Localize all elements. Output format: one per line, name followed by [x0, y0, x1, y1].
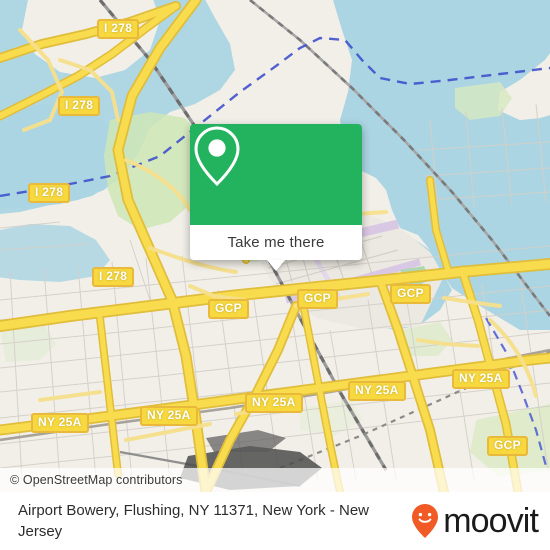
road-shield: NY 25A	[140, 406, 198, 426]
map-canvas[interactable]: I 278 I 278 I 278 I 278 GCP GCP GCP GCP NY 25A NY…	[0, 0, 550, 492]
road-shield: NY 25A	[348, 381, 406, 401]
take-me-there-label: Take me there	[227, 234, 325, 251]
moovit-map-page: I 278 I 278 I 278 I 278 GCP GCP GCP GCP NY 25A NY…	[0, 0, 550, 550]
road-shield: NY 25A	[31, 413, 89, 433]
place-popup-card[interactable]: Take me there	[190, 124, 362, 271]
road-shield: NY 25A	[245, 393, 303, 413]
map-attribution[interactable]: © OpenStreetMap contributors	[0, 468, 550, 492]
moovit-logo[interactable]: moovit	[410, 502, 539, 540]
map-pin-icon	[194, 126, 240, 187]
road-shield: I 278	[97, 19, 140, 39]
bottom-info-bar: Airport Bowery, Flushing, NY 11371, New …	[0, 492, 550, 550]
road-shield: GCP	[487, 436, 528, 456]
popup-header	[190, 124, 362, 225]
moovit-wordmark: moovit	[443, 502, 539, 540]
popup-footer[interactable]: Take me there	[190, 225, 362, 271]
road-shield: I 278	[58, 96, 101, 116]
road-shield: NY 25A	[452, 369, 510, 389]
road-shield: GCP	[390, 284, 431, 304]
road-shield: I 278	[92, 267, 135, 287]
place-title: Airport Bowery, Flushing, NY 11371, New …	[18, 502, 369, 540]
road-shield: GCP	[208, 299, 249, 319]
road-shield: GCP	[297, 289, 338, 309]
attribution-text: © OpenStreetMap contributors	[10, 473, 183, 487]
popup-tail	[267, 260, 285, 271]
moovit-pin-icon	[412, 504, 439, 538]
road-shield: I 278	[28, 183, 71, 203]
